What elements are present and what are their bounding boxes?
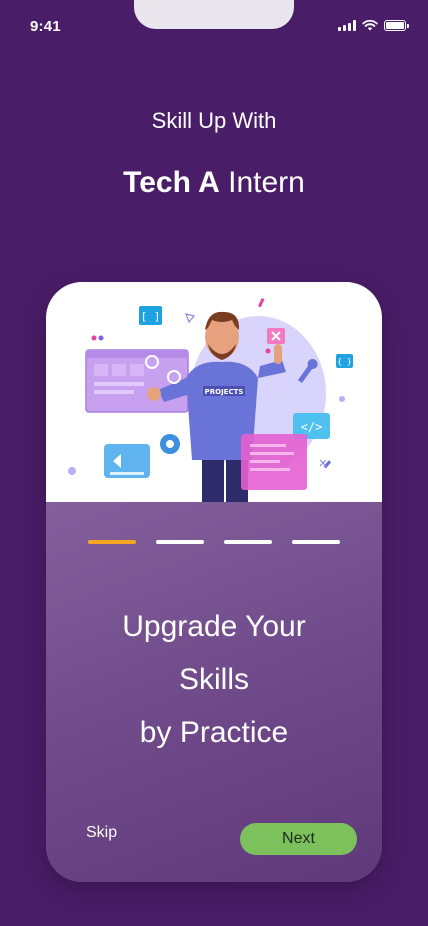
page-indicator-dot [292,540,340,544]
skip-button[interactable]: Skip [86,824,117,842]
bracket-glyph: [ ] [141,310,161,323]
brace-glyph: { } [337,357,351,366]
status-time: 9:41 [30,18,61,35]
brand-title: Tech A Intern [0,166,428,200]
headline-line: Skills [178,663,249,696]
onboarding-panel: Upgrade Your Skills by Practice Skip Nex… [46,502,382,882]
brand-title-rest: Intern [219,166,305,199]
code-glyph: </> [301,420,323,434]
onboarding-headline: Upgrade Your Skills by Practice [46,600,382,759]
device-notch [134,0,294,29]
cellular-signal-icon [338,19,356,31]
headline-line: Upgrade Your [122,610,306,643]
page-indicator-dot [224,540,272,544]
developer-illustration: [ ] { } PROJECTS </> [46,282,382,502]
onboarding-card: [ ] { } PROJECTS </> Upgrade Your Skills… [46,282,382,882]
shirt-text: PROJECTS [205,388,244,396]
status-icons [338,19,409,31]
brand-title-bold: Tech A [123,166,220,199]
next-button[interactable]: Next [240,823,357,855]
battery-icon [384,19,409,31]
header-subtitle: Skill Up With [151,108,277,133]
wifi-icon [362,19,378,31]
developer-illustration-svg: [ ] { } PROJECTS </> [68,297,353,502]
headline-line: by Practice [139,716,289,749]
page-indicator-dot [88,540,136,544]
page-indicator [88,540,340,544]
page-indicator-dot [156,540,204,544]
